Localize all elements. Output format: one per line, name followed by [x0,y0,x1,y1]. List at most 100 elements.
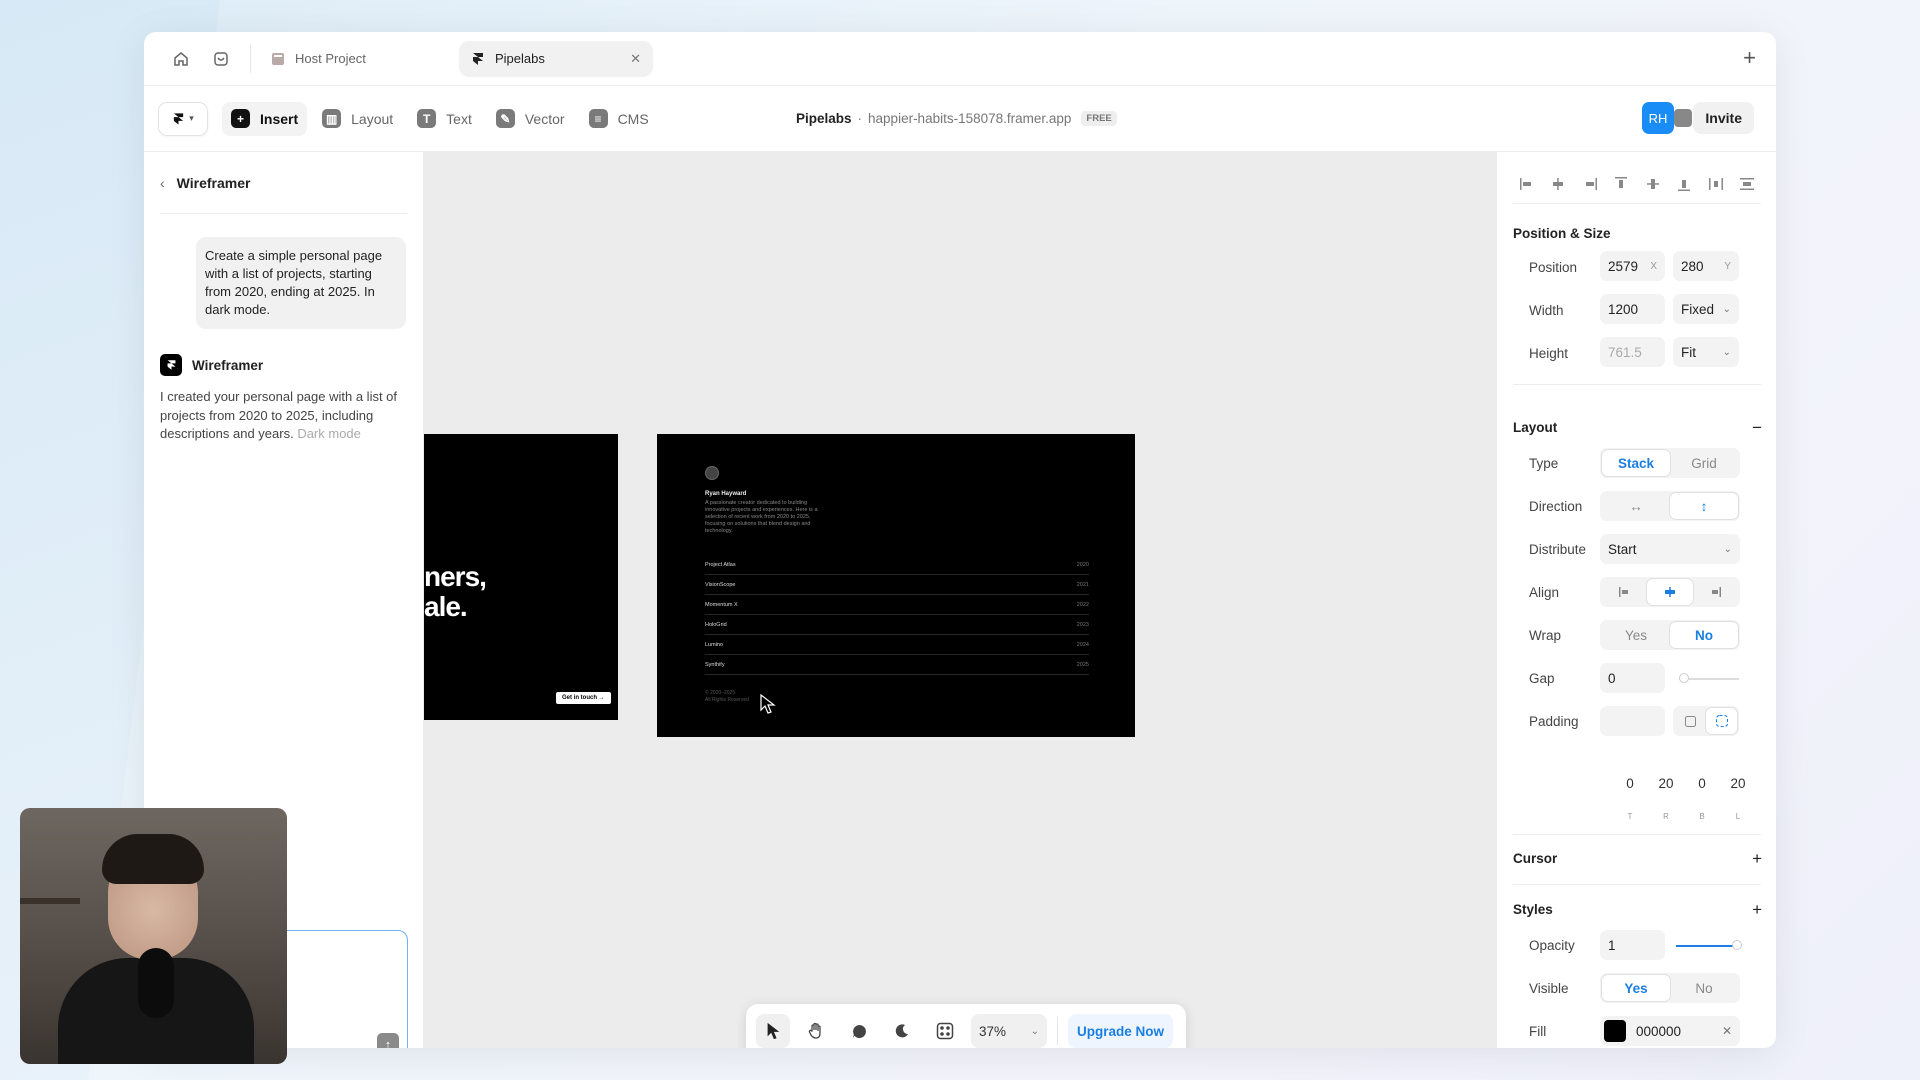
visible-label: Visible [1529,981,1569,996]
padding-left-value[interactable]: 20 [1723,776,1753,791]
tab-host-project[interactable]: Host Project [259,41,459,77]
vertical-arrows-icon[interactable]: ↕ [1670,493,1738,519]
type-label: Type [1529,456,1559,471]
app-window: Host Project Pipelabs ✕ + ▾ + Insert ▥ L… [144,32,1776,1048]
position-y-input[interactable]: 280 Y [1673,251,1739,281]
minus-icon[interactable]: − [1752,419,1762,436]
project-row[interactable]: VisionScope 2021 [705,575,1089,595]
align-right-icon[interactable] [1582,177,1598,191]
inbox-icon[interactable] [210,48,232,70]
cms-button[interactable]: ≡ CMS [580,102,658,136]
new-tab-plus-icon[interactable]: + [1743,46,1756,70]
project-row[interactable]: Synthify 2025 [705,655,1089,675]
padding-bottom-value[interactable]: 0 [1687,776,1717,791]
layout-button[interactable]: ▥ Layout [313,102,402,136]
plus-icon: + [231,109,250,128]
opacity-slider[interactable] [1676,945,1738,947]
position-y-value: 280 [1681,258,1704,274]
opacity-input[interactable]: 1 [1600,930,1665,960]
vector-label: Vector [524,110,565,127]
align-center-h-icon[interactable] [1550,177,1566,191]
gap-slider[interactable] [1683,678,1739,680]
chevron-left-icon[interactable]: ‹ [160,175,165,191]
frame-projects[interactable]: Ryan Hayward A passionate creator dedica… [657,434,1135,737]
project-title[interactable]: Pipelabs · happier-habits-158078.framer.… [796,111,1117,126]
get-in-touch-button[interactable]: Get in touch → [556,692,611,704]
opacity-slider-knob[interactable] [1732,940,1742,950]
comment-tool-button[interactable] [842,1014,876,1048]
width-mode-select[interactable]: Fixed ⌄ [1673,294,1739,324]
padding-top-value[interactable]: 0 [1615,776,1645,791]
horizontal-arrows-icon[interactable]: ↔ [1602,493,1670,519]
project-row[interactable]: Project Atlas 2020 [705,555,1089,575]
project-row[interactable]: Lumino 2024 [705,635,1089,655]
dark-mode-button[interactable] [885,1014,919,1048]
hero-heading-line: ale. [424,591,468,622]
gap-slider-knob[interactable] [1679,673,1689,683]
tab-bar: Host Project Pipelabs ✕ + [144,32,1776,86]
type-stack-option[interactable]: Stack [1602,450,1670,476]
position-label: Position [1529,260,1578,275]
align-center-icon[interactable] [1647,579,1693,605]
vector-button[interactable]: ✎ Vector [487,102,574,136]
upgrade-button[interactable]: Upgrade Now [1068,1014,1174,1048]
padding-bottom-label: B [1699,812,1705,821]
gap-value: 0 [1608,670,1616,686]
pointer-icon [767,1022,780,1040]
uniform-padding-icon[interactable] [1675,708,1706,734]
pen-icon: ✎ [495,109,515,128]
color-swatch[interactable] [1604,1020,1626,1042]
type-grid-option[interactable]: Grid [1670,450,1738,476]
collaborator-avatar-icon[interactable] [1674,109,1692,127]
position-x-input[interactable]: 2579 X [1600,251,1665,281]
distribute-vertical-icon[interactable] [1739,177,1755,191]
project-row[interactable]: HoloGrid 2023 [705,615,1089,635]
panel-title: Wireframer [176,174,251,191]
align-left-icon[interactable] [1519,177,1535,191]
send-arrow-icon[interactable]: ↑ [377,1033,399,1048]
wrap-yes-option[interactable]: Yes [1602,622,1670,648]
width-input[interactable]: 1200 [1600,294,1665,324]
avatar[interactable]: RH [1642,102,1674,134]
zoom-select[interactable]: 37% ⌄ [971,1014,1047,1048]
close-icon[interactable]: ✕ [1722,1024,1732,1038]
align-end-icon[interactable] [1693,579,1738,605]
fill-input[interactable]: 000000 ✕ [1600,1016,1740,1046]
wrap-no-option[interactable]: No [1670,622,1738,648]
align-center-v-icon[interactable] [1645,177,1661,191]
select-tool-button[interactable] [756,1014,790,1048]
components-button[interactable] [928,1014,962,1048]
chevron-down-icon: ⌄ [1030,1025,1039,1037]
insert-button[interactable]: + Insert [222,101,308,136]
align-start-icon[interactable] [1602,579,1647,605]
height-input[interactable]: 761.5 [1600,337,1665,367]
add-style-plus-icon[interactable]: + [1752,901,1762,918]
gap-input[interactable]: 0 [1600,663,1665,693]
padding-right-value[interactable]: 20 [1651,776,1681,791]
visible-no-option[interactable]: No [1670,975,1738,1001]
canvas[interactable]: ners, ale. Get in touch → Ryan Hayward A… [424,152,1496,1048]
align-top-icon[interactable] [1613,176,1629,191]
visible-yes-option[interactable]: Yes [1602,975,1670,1001]
invite-button[interactable]: Invite [1693,102,1754,134]
framer-menu-button[interactable]: ▾ [158,101,208,136]
divider [1513,834,1761,835]
distribute-horizontal-icon[interactable] [1708,177,1724,191]
hand-tool-button[interactable] [799,1014,833,1048]
profile-name: Ryan Hayward [705,491,747,497]
distribute-select[interactable]: Start ⌄ [1600,534,1740,564]
avatar [705,466,719,480]
align-bottom-icon[interactable] [1676,177,1692,191]
add-cursor-plus-icon[interactable]: + [1752,850,1762,867]
padding-input[interactable] [1600,706,1665,736]
text-button[interactable]: T Text [408,102,481,136]
padding-top-label: T [1627,812,1633,821]
project-row[interactable]: Momentum X 2022 [705,595,1089,615]
height-mode-select[interactable]: Fit ⌄ [1673,337,1739,367]
home-icon[interactable] [170,48,192,70]
individual-padding-icon[interactable] [1706,708,1737,734]
close-icon[interactable]: ✕ [630,51,641,67]
tab-pipelabs[interactable]: Pipelabs ✕ [459,40,653,77]
wrap-label: Wrap [1529,628,1562,643]
frame-hero[interactable]: ners, ale. Get in touch → [424,434,618,720]
